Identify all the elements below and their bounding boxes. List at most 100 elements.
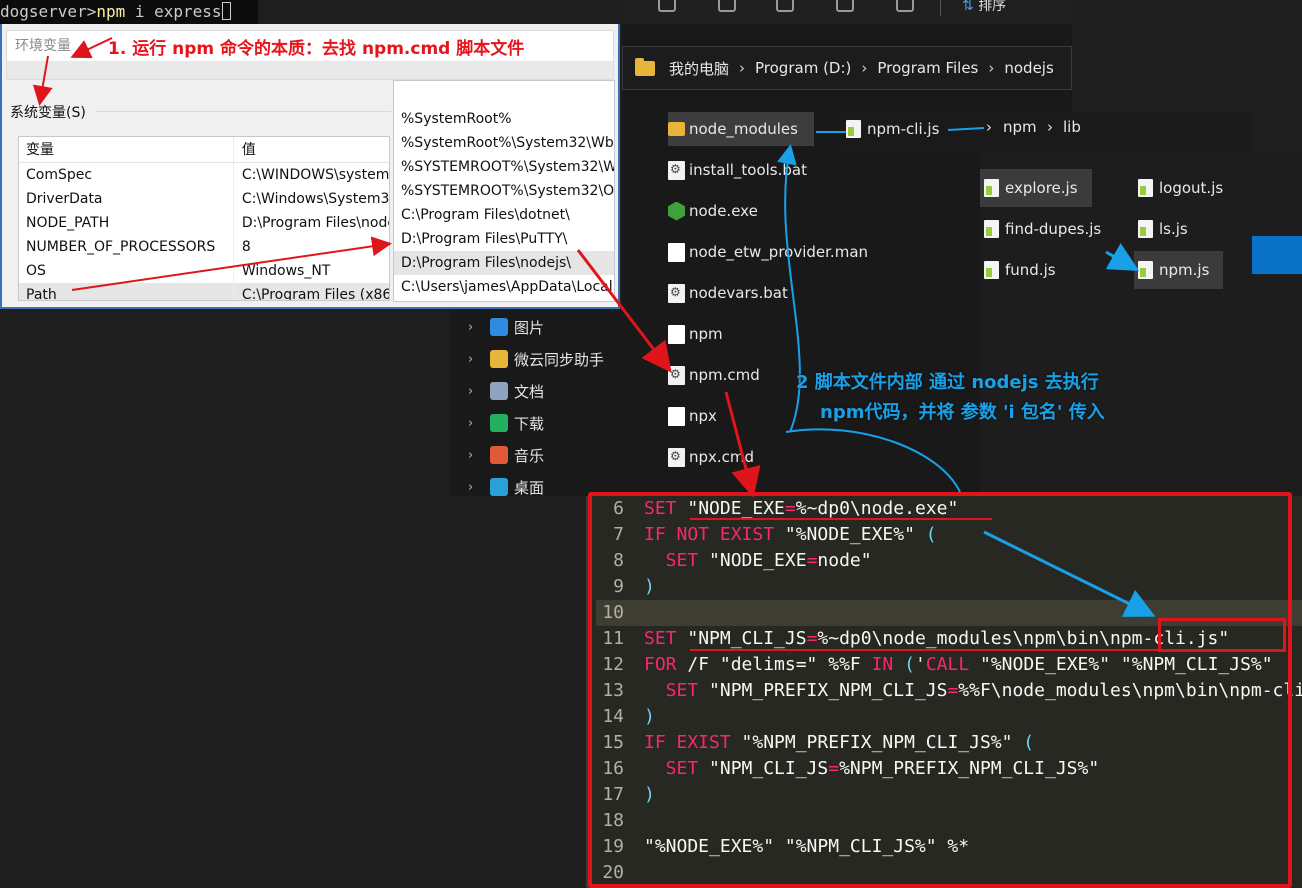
file-item[interactable]: node.exe <box>668 194 758 228</box>
code-line[interactable]: 20 <box>596 860 1302 886</box>
code-token: SET <box>644 498 677 519</box>
scrollbar[interactable] <box>7 61 613 79</box>
system-variables-table[interactable]: 变量 值 ComSpec C:\WINDOWS\system32\cmd.exe D… <box>18 136 390 301</box>
path-entry[interactable]: %SYSTEMROOT%\System32\OpenSSH\ <box>394 179 614 203</box>
column-header-value[interactable]: 值 <box>234 137 389 162</box>
code-token: ) <box>644 706 655 727</box>
js-file-name: fund.js <box>1005 261 1056 279</box>
chevron-right-icon[interactable]: › <box>468 352 490 367</box>
js-file-item[interactable]: logout.js <box>1134 169 1237 207</box>
nav-item[interactable]: › 文档 <box>468 375 544 407</box>
table-row[interactable]: OS Windows_NT <box>19 259 389 283</box>
code-token: CALL <box>925 654 970 675</box>
code-line[interactable]: 12 FOR /F "delims=" %%F IN ('CALL "%NODE_… <box>596 652 1302 678</box>
address-bar[interactable]: 我的电脑 › Program (D:) › Program Files › no… <box>622 46 1072 90</box>
breadcrumb-nodejs[interactable]: nodejs <box>1004 59 1053 77</box>
code-line[interactable]: 14) <box>596 704 1302 730</box>
table-row[interactable]: ComSpec C:\WINDOWS\system32\cmd.exe <box>19 163 389 187</box>
path-entry[interactable]: C:\Users\james\AppData\Local <box>394 275 614 299</box>
file-item[interactable]: npm.cmd <box>668 358 760 392</box>
breadcrumb-lib[interactable]: lib <box>1063 118 1081 136</box>
batch-file-icon <box>668 365 685 385</box>
breadcrumb-my-computer[interactable]: 我的电脑 <box>669 58 729 79</box>
table-row[interactable]: Path C:\Program Files (x86) <box>19 283 389 300</box>
nav-item[interactable]: › 微云同步助手 <box>468 343 604 375</box>
code-line[interactable]: 18 <box>596 808 1302 834</box>
path-entry[interactable]: d:\Program Files\Git\cmd <box>394 299 614 301</box>
js-file-item[interactable]: explore.js <box>980 169 1092 207</box>
path-entry[interactable]: %SystemRoot% <box>394 107 614 131</box>
code-token: "NODE_EXE <box>698 550 807 571</box>
js-file-item[interactable]: npm.js <box>1134 251 1224 289</box>
chevron-right-icon[interactable]: › <box>468 320 490 335</box>
file-item[interactable]: npx <box>668 399 717 433</box>
prompt-text: dogserver> <box>0 2 97 21</box>
path-entry[interactable]: %SystemRoot%\System32\Wbem <box>394 131 614 155</box>
file-name: install_tools.bat <box>689 161 807 179</box>
sort-button[interactable]: ⇅ 排序 <box>962 0 1006 15</box>
chevron-right-icon: › <box>988 59 995 77</box>
copy-icon[interactable] <box>658 0 676 12</box>
delete-icon[interactable] <box>896 0 914 12</box>
rename-icon[interactable] <box>776 0 794 12</box>
code-line[interactable]: 13 SET "NPM_PREFIX_NPM_CLI_JS=%%F\node_m… <box>596 678 1302 704</box>
path-entry[interactable]: D:\Program Files\PuTTY\ <box>394 227 614 251</box>
file-name: npm.cmd <box>689 366 760 384</box>
nav-item[interactable]: › 图片 <box>468 311 544 343</box>
code-line[interactable]: 17) <box>596 782 1302 808</box>
chevron-right-icon[interactable]: › <box>468 416 490 431</box>
line-number: 20 <box>602 862 624 883</box>
code-line[interactable]: 6 SET "NODE_EXE=%~dp0\node.exe" <box>596 496 1302 522</box>
chevron-right-icon[interactable]: › <box>468 480 490 495</box>
code-line[interactable]: 9) <box>596 574 1302 600</box>
nav-item-label: 图片 <box>514 318 545 337</box>
code-token: /F "delims=" %%F <box>676 654 872 675</box>
folder-icon <box>635 57 655 76</box>
file-item[interactable]: node_modules <box>668 112 814 146</box>
table-row[interactable]: NUMBER_OF_PROCESSORS 8 <box>19 235 389 259</box>
code-line[interactable]: 8 SET "NODE_EXE=node" <box>596 548 1302 574</box>
file-item[interactable]: node_etw_provider.man <box>668 235 868 269</box>
chevron-right-icon[interactable]: › <box>468 384 490 399</box>
code-line[interactable]: 15 IF EXIST "%NPM_PREFIX_NPM_CLI_JS%" ( <box>596 730 1302 756</box>
line-number: 6 <box>613 498 624 519</box>
batch-file-icon <box>668 283 685 303</box>
paste-icon[interactable] <box>718 0 736 12</box>
code-line[interactable]: 16 SET "NPM_CLI_JS=%NPM_PREFIX_NPM_CLI_J… <box>596 756 1302 782</box>
code-line[interactable]: 19 "%NODE_EXE%" "%NPM_CLI_JS%" %* <box>596 834 1302 860</box>
code-token: "%NODE_EXE%" <box>774 524 915 545</box>
code-line[interactable]: 7 IF NOT EXIST "%NODE_EXE%" ( <box>596 522 1302 548</box>
group-divider <box>96 111 391 112</box>
breadcrumb-drive[interactable]: Program (D:) <box>755 59 851 77</box>
breadcrumb-npm[interactable]: npm <box>1003 118 1037 136</box>
js-file-item[interactable]: fund.js <box>980 251 1070 289</box>
line-number: 13 <box>602 680 624 701</box>
path-entries-list[interactable]: %SystemRoot% %SystemRoot%\System32\Wbem %S… <box>393 80 615 302</box>
js-file-icon <box>846 120 861 138</box>
nav-item[interactable]: › 下载 <box>468 407 544 439</box>
column-header-variable[interactable]: 变量 <box>19 137 234 162</box>
path-entry[interactable]: %SYSTEMROOT%\System32\WindowsPowerShell <box>394 155 614 179</box>
chevron-right-icon[interactable]: › <box>468 448 490 463</box>
npm-cli-file[interactable]: npm-cli.js <box>842 110 940 148</box>
js-file-item[interactable]: find-dupes.js <box>980 210 1115 248</box>
file-item[interactable]: nodevars.bat <box>668 276 788 310</box>
file-item[interactable]: npm <box>668 317 723 351</box>
file-item[interactable]: install_tools.bat <box>668 153 807 187</box>
breadcrumb-program-files[interactable]: Program Files <box>877 59 978 77</box>
file-item[interactable]: npx.cmd <box>668 440 754 474</box>
sort-label: 排序 <box>978 0 1007 14</box>
code-token: ( <box>914 524 937 545</box>
nav-item[interactable]: › 音乐 <box>468 439 544 471</box>
nav-item[interactable]: › 桌面 <box>468 471 544 503</box>
code-token: = <box>784 498 796 519</box>
terminal-prompt[interactable]: dogserver>npm i express <box>0 0 258 24</box>
text-cursor <box>221 2 231 20</box>
path-entry[interactable]: C:\Program Files\dotnet\ <box>394 203 614 227</box>
code-token: node" <box>817 550 872 571</box>
table-row[interactable]: DriverData C:\Windows\System32\Drivers\Dr… <box>19 187 389 211</box>
path-entry[interactable]: D:\Program Files\nodejs\ <box>394 251 614 275</box>
js-file-item[interactable]: ls.js <box>1134 210 1202 248</box>
share-icon[interactable] <box>836 0 854 12</box>
table-row[interactable]: NODE_PATH D:\Program Files\nodejs\node_gl… <box>19 211 389 235</box>
